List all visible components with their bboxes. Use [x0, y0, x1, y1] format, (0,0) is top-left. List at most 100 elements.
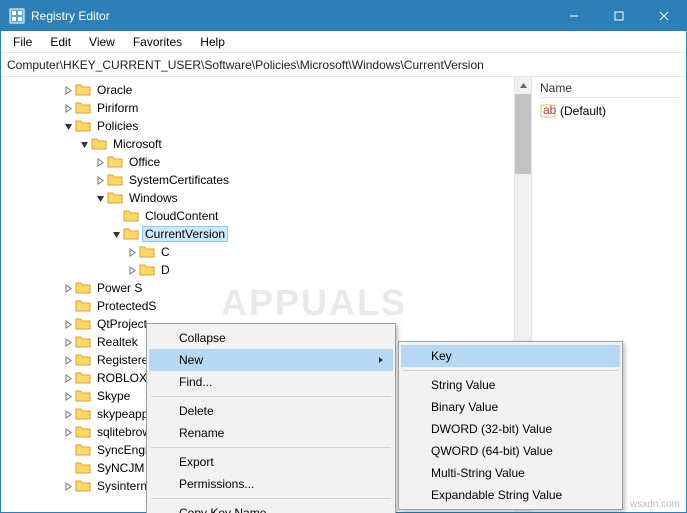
minimize-button[interactable]: [551, 1, 596, 31]
tree-node-office[interactable]: Office: [1, 153, 531, 171]
folder-icon: [75, 334, 91, 350]
body: Oracle Piriform Policies Microsoft: [1, 77, 686, 512]
tree-label: SystemCertificates: [127, 173, 231, 187]
tree-label: Piriform: [95, 101, 140, 115]
expander-icon[interactable]: [61, 320, 75, 329]
tree-node-systemcertificates[interactable]: SystemCertificates: [1, 171, 531, 189]
tree-label: Microsoft: [111, 137, 164, 151]
tree-label: Office: [127, 155, 162, 169]
tree-label: C: [159, 245, 172, 259]
scroll-up-icon[interactable]: [515, 77, 532, 94]
folder-icon: [75, 388, 91, 404]
ctx-new-binary[interactable]: Binary Value: [401, 396, 620, 418]
expander-icon[interactable]: [61, 374, 75, 383]
expander-icon[interactable]: [61, 428, 75, 437]
value-row-default[interactable]: ab (Default): [540, 102, 678, 120]
expander-icon[interactable]: [61, 104, 75, 113]
menu-help[interactable]: Help: [192, 33, 233, 51]
maximize-button[interactable]: [596, 1, 641, 31]
tree-label-selected: CurrentVersion: [143, 227, 227, 241]
tree-label: Skype: [95, 389, 132, 403]
ctx-export[interactable]: Export: [149, 451, 393, 473]
tree-node-windows[interactable]: Windows: [1, 189, 531, 207]
ctx-find[interactable]: Find...: [149, 371, 393, 393]
expander-icon[interactable]: [125, 266, 139, 275]
watermark-site: wsxdn.com: [630, 499, 680, 510]
expander-collapse-icon[interactable]: [61, 122, 75, 131]
expander-collapse-icon[interactable]: [77, 140, 91, 149]
tree-node-piriform[interactable]: Piriform: [1, 99, 531, 117]
tree-label: SyNCJM: [95, 461, 146, 475]
expander-icon[interactable]: [61, 338, 75, 347]
tree-node-protected[interactable]: ProtectedS: [1, 297, 531, 315]
close-button[interactable]: [641, 1, 686, 31]
expander-icon[interactable]: [61, 392, 75, 401]
folder-icon: [107, 190, 123, 206]
tree-label: CloudContent: [143, 209, 220, 223]
expander-collapse-icon[interactable]: [109, 230, 123, 239]
expander-collapse-icon[interactable]: [93, 194, 107, 203]
folder-icon: [139, 244, 155, 260]
ctx-copykeyname[interactable]: Copy Key Name: [149, 502, 393, 513]
ctx-new[interactable]: New: [149, 349, 393, 371]
ctx-new-dword[interactable]: DWORD (32-bit) Value: [401, 418, 620, 440]
ctx-separator: [151, 396, 391, 397]
ctx-new-qword[interactable]: QWORD (64-bit) Value: [401, 440, 620, 462]
tree-label: D: [159, 263, 172, 277]
ctx-new-key[interactable]: Key: [401, 345, 620, 367]
folder-icon: [75, 478, 91, 494]
tree-node-power[interactable]: Power S: [1, 279, 531, 297]
tree-node-child-d[interactable]: D: [1, 261, 531, 279]
ctx-rename[interactable]: Rename: [149, 422, 393, 444]
tree-label: QtProject: [95, 317, 149, 331]
tree-label: Policies: [95, 119, 140, 133]
scroll-thumb[interactable]: [515, 94, 531, 174]
folder-icon: [75, 352, 91, 368]
context-menu: Collapse New Find... Delete Rename Expor…: [146, 323, 396, 513]
registry-editor-icon: [9, 8, 25, 24]
ctx-collapse[interactable]: Collapse: [149, 327, 393, 349]
expander-icon[interactable]: [61, 284, 75, 293]
expander-icon[interactable]: [61, 410, 75, 419]
folder-icon: [75, 118, 91, 134]
tree-label: ProtectedS: [95, 299, 158, 313]
folder-icon: [75, 316, 91, 332]
ctx-permissions[interactable]: Permissions...: [149, 473, 393, 495]
folder-icon: [75, 280, 91, 296]
tree-label: sqlitebrow: [95, 425, 153, 439]
ctx-separator: [151, 447, 391, 448]
svg-text:ab: ab: [543, 103, 556, 117]
tree-node-policies[interactable]: Policies: [1, 117, 531, 135]
menu-edit[interactable]: Edit: [42, 33, 79, 51]
menu-file[interactable]: File: [5, 33, 40, 51]
expander-icon[interactable]: [61, 86, 75, 95]
folder-icon: [139, 262, 155, 278]
ctx-delete[interactable]: Delete: [149, 400, 393, 422]
expander-icon[interactable]: [61, 482, 75, 491]
expander-icon[interactable]: [93, 176, 107, 185]
expander-icon[interactable]: [61, 356, 75, 365]
tree-label: Oracle: [95, 83, 134, 97]
folder-icon: [75, 424, 91, 440]
value-name: (Default): [560, 104, 606, 118]
expander-icon[interactable]: [93, 158, 107, 167]
column-header-name[interactable]: Name: [540, 81, 678, 98]
address-bar[interactable]: Computer\HKEY_CURRENT_USER\Software\Poli…: [1, 53, 686, 77]
ctx-new-expandable[interactable]: Expandable String Value: [401, 484, 620, 506]
menu-favorites[interactable]: Favorites: [125, 33, 190, 51]
folder-icon: [75, 100, 91, 116]
tree-node-currentversion[interactable]: CurrentVersion: [1, 225, 531, 243]
tree-label: Power S: [95, 281, 144, 295]
folder-icon: [91, 136, 107, 152]
registry-editor-window: Registry Editor File Edit View Favorites…: [0, 0, 687, 513]
tree-node-oracle[interactable]: Oracle: [1, 81, 531, 99]
window-buttons: [551, 1, 686, 31]
expander-icon[interactable]: [125, 248, 139, 257]
tree-node-cloudcontent[interactable]: CloudContent: [1, 207, 531, 225]
ctx-new-string[interactable]: String Value: [401, 374, 620, 396]
tree-node-child-c[interactable]: C: [1, 243, 531, 261]
tree-node-microsoft[interactable]: Microsoft: [1, 135, 531, 153]
ctx-new-multistring[interactable]: Multi-String Value: [401, 462, 620, 484]
tree-label: Realtek: [95, 335, 140, 349]
menu-view[interactable]: View: [81, 33, 123, 51]
